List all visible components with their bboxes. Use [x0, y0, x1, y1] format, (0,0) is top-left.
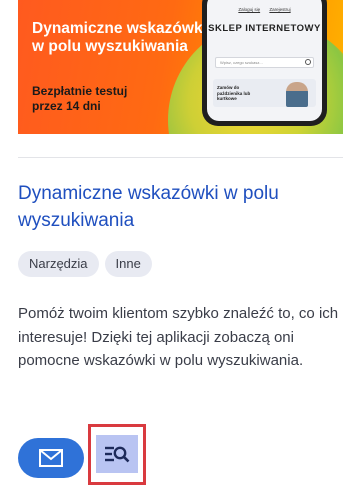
tag-inne[interactable]: Inne — [104, 251, 152, 277]
divider — [18, 157, 343, 158]
phone-links: Zaloguj się Zarejestruj — [207, 7, 322, 12]
app-title[interactable]: Dynamiczne wskazówki w polu wyszukiwania — [18, 180, 338, 234]
phone-store-name: SKLEP INTERNETOWY — [208, 23, 321, 34]
phone-login-link: Zaloguj się — [238, 7, 261, 12]
envelope-icon — [39, 449, 63, 467]
preview-button[interactable] — [96, 435, 138, 473]
phone-promo: Zamów do paździenika lub kurtkowe — [213, 79, 316, 107]
search-icon — [305, 59, 311, 65]
phone-promo-text: Zamów do paździenika lub kurtkowe — [217, 85, 251, 101]
app-banner: Dynamiczne wskazówki w polu wyszukiwania… — [18, 0, 343, 134]
banner-trial-text: Bezpłatnie testuj przez 14 dni — [32, 84, 128, 113]
contact-button[interactable] — [18, 438, 84, 478]
phone-screen: Zaloguj się Zarejestruj SKLEP INTERNETOW… — [207, 0, 322, 121]
phone-search-field: Wpisz, czego szukasz... — [215, 57, 314, 68]
phone-mockup: Zaloguj się Zarejestruj SKLEP INTERNETOW… — [202, 0, 327, 126]
tag-narzedzia[interactable]: Narzędzia — [18, 251, 99, 277]
app-description: Pomóż twoim klientom szybko znaleźć to, … — [18, 305, 339, 369]
highlight-frame — [88, 424, 146, 485]
person-image — [286, 82, 308, 107]
phone-register-link: Zarejestruj — [269, 7, 291, 12]
phone-search-placeholder: Wpisz, czego szukasz... — [220, 60, 263, 65]
tag-list: Narzędzia Inne — [18, 251, 152, 277]
list-search-icon — [105, 446, 130, 463]
banner-headline: Dynamiczne wskazówki w polu wyszukiwania — [32, 20, 207, 55]
